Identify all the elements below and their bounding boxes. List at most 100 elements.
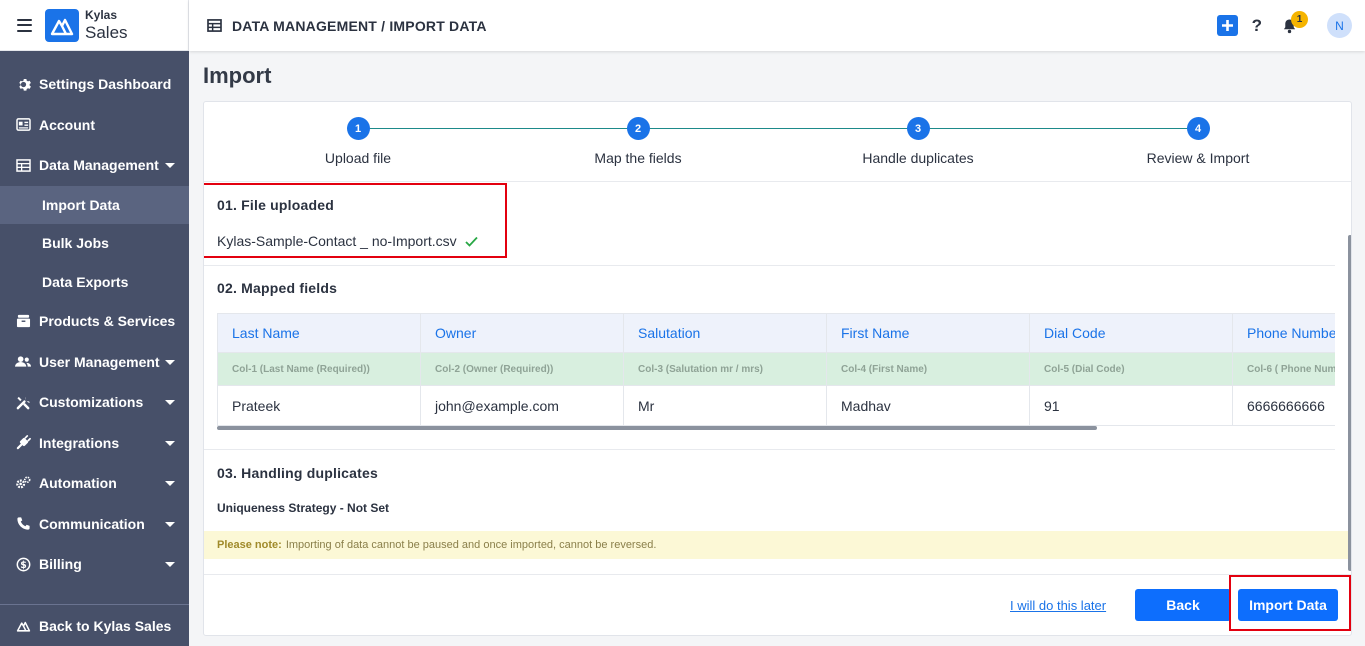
step-number: 1 xyxy=(346,117,370,140)
sidebar-item-label: Account xyxy=(39,116,95,133)
dollar-icon: $ xyxy=(15,556,31,572)
sidebar-item-label: Import Data xyxy=(42,196,120,213)
caret-down-icon xyxy=(165,163,175,169)
uniqueness-strategy: Uniqueness Strategy - Not Set xyxy=(217,501,390,515)
sidebar-item-automation[interactable]: Automation xyxy=(0,463,189,504)
sidebar: Kylas Sales Settings Dashboard Account D… xyxy=(0,0,189,646)
sidebar-item-products-services[interactable]: Products & Services xyxy=(0,301,189,342)
table-row: Col-1 (Last Name (Required)) Col-2 (Owne… xyxy=(217,352,1335,386)
cell-value: john@example.com xyxy=(420,385,624,426)
step-map-fields[interactable]: 2 Map the fields xyxy=(538,117,738,166)
step-label: Map the fields xyxy=(594,150,682,166)
source-column: Col-1 (Last Name (Required)) xyxy=(217,352,421,386)
divider xyxy=(204,265,1335,266)
kylas-logo-icon[interactable] xyxy=(45,8,79,42)
vertical-scrollbar[interactable] xyxy=(1348,235,1351,571)
caret-down-icon xyxy=(165,440,175,446)
step-review-import[interactable]: 4 Review & Import xyxy=(1098,117,1298,166)
sidebar-item-label: Billing xyxy=(39,556,82,573)
table-icon xyxy=(207,19,222,32)
source-column: Col-6 ( Phone Numbers) xyxy=(1232,352,1335,386)
sidebar-item-integrations[interactable]: Integrations xyxy=(0,423,189,464)
sidebar-item-label: Bulk Jobs xyxy=(42,235,109,252)
gear-icon xyxy=(15,76,31,92)
sidebar-footer-label: Back to Kylas Sales xyxy=(39,617,172,634)
divider xyxy=(204,449,1335,450)
sidebar-item-communication[interactable]: Communication xyxy=(0,504,189,545)
mapped-fields-table-wrapper[interactable]: Last Name Owner Salutation First Name Di… xyxy=(217,313,1335,427)
highlight-import-button xyxy=(1229,575,1351,631)
highlight-file-uploaded xyxy=(204,183,507,258)
back-to-kylas-sales-link[interactable]: Back to Kylas Sales xyxy=(0,604,189,646)
sidebar-item-data-exports[interactable]: Data Exports xyxy=(0,263,189,302)
handling-duplicates-title: 03. Handling duplicates xyxy=(217,465,378,481)
tools-icon xyxy=(15,394,31,410)
sidebar-item-settings-dashboard[interactable]: Settings Dashboard xyxy=(0,64,189,105)
hamburger-menu-icon[interactable] xyxy=(17,18,32,32)
note-text: Importing of data cannot be paused and o… xyxy=(285,539,657,551)
do-later-link[interactable]: I will do this later xyxy=(1010,598,1106,613)
help-icon[interactable]: ? xyxy=(1252,16,1262,36)
source-column: Col-2 (Owner (Required)) xyxy=(420,352,624,386)
column-header: Last Name xyxy=(217,313,421,353)
notifications-button[interactable]: 1 xyxy=(1282,10,1308,34)
divider xyxy=(204,574,1351,575)
sidebar-item-import-data[interactable]: Import Data xyxy=(0,185,189,224)
caret-down-icon xyxy=(165,400,175,406)
step-upload-file[interactable]: 1 Upload file xyxy=(258,117,458,166)
sidebar-item-billing[interactable]: $ Billing xyxy=(0,544,189,585)
horizontal-scrollbar[interactable] xyxy=(217,426,1097,430)
sidebar-item-label: Data Management xyxy=(39,157,159,174)
mapped-fields-table: Last Name Owner Salutation First Name Di… xyxy=(217,313,1335,426)
cell-value: Madhav xyxy=(826,385,1030,426)
users-icon xyxy=(15,354,31,370)
add-button[interactable] xyxy=(1216,15,1238,36)
cell-value: Prateek xyxy=(217,385,421,426)
note-label: Please note: xyxy=(217,539,282,551)
back-button[interactable]: Back xyxy=(1135,589,1231,621)
sidebar-item-label: Customizations xyxy=(39,394,144,411)
cogs-icon xyxy=(15,475,31,491)
column-header: Owner xyxy=(420,313,624,353)
breadcrumb: DATA MANAGEMENT / IMPORT DATA xyxy=(232,17,487,34)
caret-down-icon xyxy=(165,359,175,365)
sidebar-item-label: User Management xyxy=(39,353,160,370)
table-icon xyxy=(15,157,31,173)
import-review-card: 1 Upload file 2 Map the fields 3 Handle … xyxy=(203,101,1352,636)
plug-icon xyxy=(15,435,31,451)
column-header: Phone Numbers xyxy=(1232,313,1335,353)
phone-icon xyxy=(15,516,31,532)
sidebar-item-customizations[interactable]: Customizations xyxy=(0,382,189,423)
sidebar-item-label: Settings Dashboard xyxy=(39,76,172,93)
svg-text:$: $ xyxy=(20,560,27,571)
kylas-logo-icon xyxy=(15,618,31,634)
brand-bottom: Sales xyxy=(85,23,128,42)
plus-icon xyxy=(1221,20,1233,31)
caret-down-icon xyxy=(165,562,175,568)
avatar[interactable]: N xyxy=(1327,13,1352,38)
step-number: 2 xyxy=(626,117,650,140)
sidebar-item-label: Integrations xyxy=(39,434,120,451)
box-icon xyxy=(15,313,31,329)
sidebar-item-label: Products & Services xyxy=(39,313,176,330)
cell-value: Mr xyxy=(623,385,827,426)
table-row: Prateek john@example.com Mr Madhav 91 66… xyxy=(217,385,1335,426)
sidebar-item-user-management[interactable]: User Management xyxy=(0,342,189,383)
column-header: Salutation xyxy=(623,313,827,353)
step-label: Handle duplicates xyxy=(862,150,974,166)
cell-value: 91 xyxy=(1029,385,1233,426)
sidebar-item-account[interactable]: Account xyxy=(0,105,189,146)
sidebar-item-bulk-jobs[interactable]: Bulk Jobs xyxy=(0,224,189,263)
sidebar-item-data-management[interactable]: Data Management xyxy=(0,145,189,186)
mapped-fields-title: 02. Mapped fields xyxy=(217,280,338,296)
source-column: Col-3 (Salutation mr / mrs) xyxy=(623,352,827,386)
step-label: Upload file xyxy=(324,150,392,166)
step-handle-duplicates[interactable]: 3 Handle duplicates xyxy=(818,117,1018,166)
column-header: Dial Code xyxy=(1029,313,1233,353)
top-header: DATA MANAGEMENT / IMPORT DATA ? 1 N xyxy=(189,0,1365,51)
brand-name: Kylas Sales xyxy=(85,9,128,41)
source-column: Col-4 (First Name) xyxy=(826,352,1030,386)
step-number: 3 xyxy=(906,117,930,140)
sidebar-item-label: Automation xyxy=(39,475,117,492)
notification-badge: 1 xyxy=(1291,10,1308,28)
